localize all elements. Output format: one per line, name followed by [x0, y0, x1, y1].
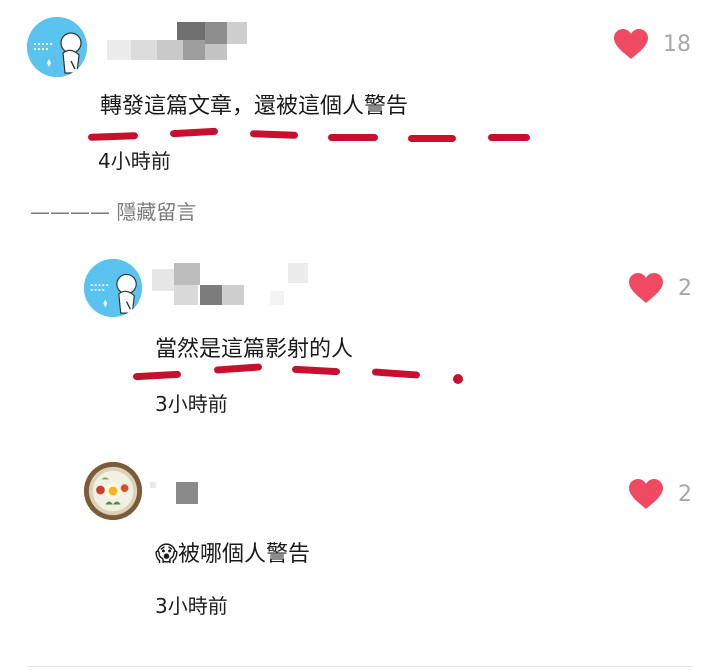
like-count: 18 [663, 31, 691, 57]
heart-icon [614, 29, 648, 59]
heart-icon [629, 479, 663, 509]
divider [28, 666, 692, 667]
avatar[interactable] [27, 17, 87, 77]
food-photo-icon [84, 462, 142, 520]
username-redacted [152, 263, 312, 305]
reply-timestamp: 3小時前 [155, 594, 228, 618]
screaming-face-icon: 😱 [155, 542, 178, 567]
heart-icon [629, 273, 663, 303]
reply-timestamp: 3小時前 [155, 392, 228, 416]
avatar-illustration-icon [27, 17, 87, 77]
comment-item: 轉發這篇文章，還被這個人警告 4小時前 18 [0, 0, 720, 190]
username-redacted [107, 22, 247, 62]
comment-text: 轉發這篇文章，還被這個人警告 [100, 94, 409, 119]
reply-text: 當然是這篇影射的人 [155, 337, 354, 362]
reply-text: 😱被哪個人警告 [155, 540, 310, 570]
like-button[interactable]: 2 [628, 272, 692, 304]
like-count: 2 [678, 275, 692, 301]
reply-item: 當然是這篇影射的人 3小時前 2 [0, 250, 720, 440]
avatar-illustration-icon [84, 259, 142, 317]
reply-text-content: 被哪個人警告 [177, 542, 310, 567]
like-count: 2 [678, 481, 692, 507]
username-redacted [150, 478, 210, 518]
like-button[interactable]: 2 [628, 478, 692, 510]
reply-item: 😱被哪個人警告 3小時前 2 [0, 460, 720, 660]
avatar[interactable] [84, 259, 142, 317]
comment-timestamp: 4小時前 [98, 149, 171, 173]
like-button[interactable]: 18 [613, 28, 691, 60]
hide-replies-toggle[interactable]: ———— 隱藏留言 [30, 198, 196, 226]
avatar[interactable] [84, 462, 142, 520]
